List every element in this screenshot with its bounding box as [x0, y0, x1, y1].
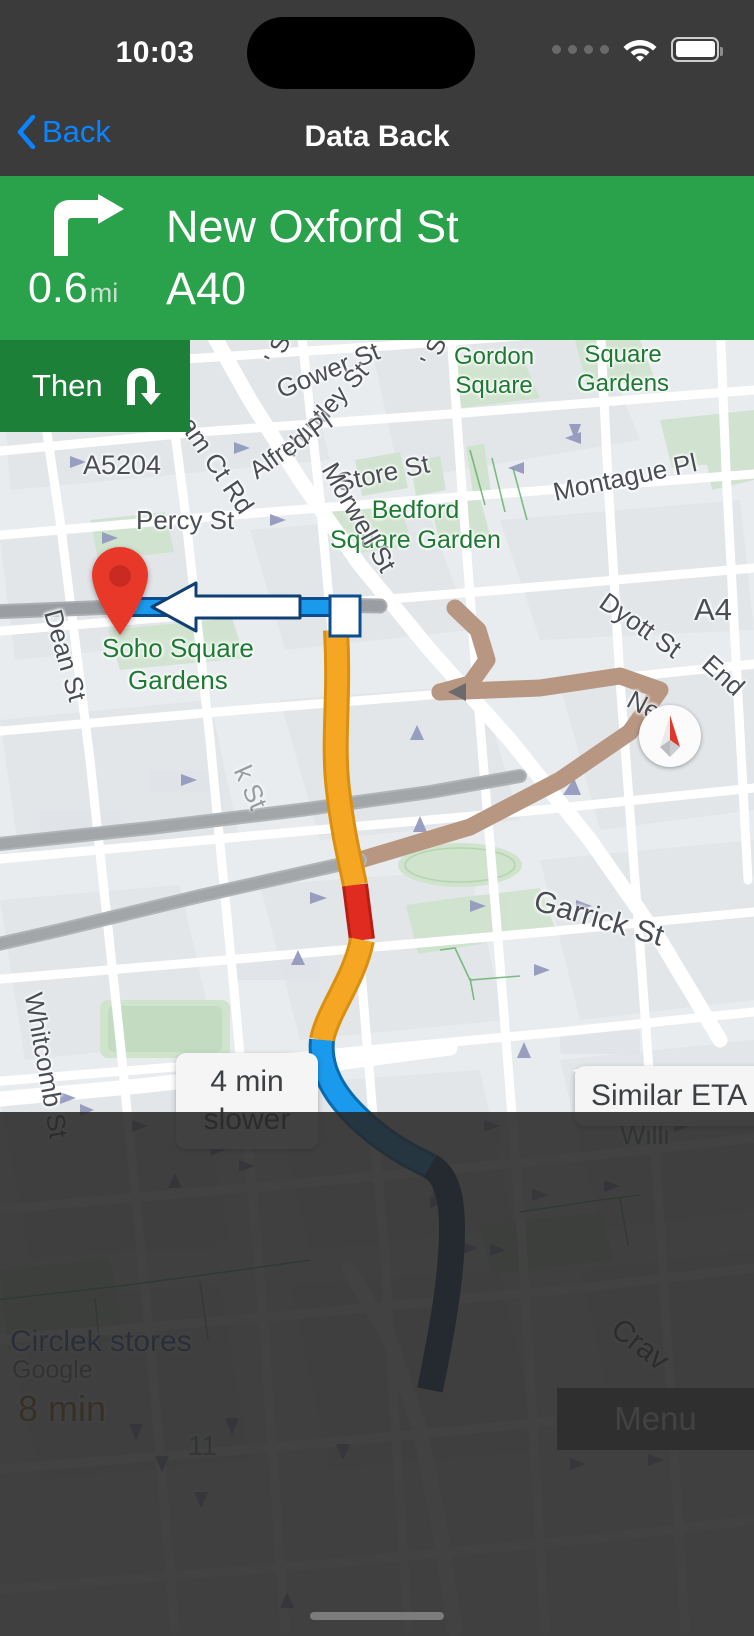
home-indicator[interactable] — [310, 1612, 444, 1620]
maneuver-road-primary: New Oxford St — [166, 201, 459, 252]
wifi-icon — [623, 40, 657, 62]
maneuver-road-secondary: A40 — [166, 263, 247, 314]
then-label: Then — [32, 368, 103, 403]
maneuver-distance-value: 0.6 — [28, 264, 88, 312]
then-maneuver-chip: Then — [0, 340, 190, 432]
status-indicators — [552, 36, 723, 62]
cellular-signal-icon — [552, 44, 609, 54]
page-title: Data Back — [304, 120, 450, 153]
controls-panel: Start guidance Stop guidance Continue to… — [0, 1112, 754, 1636]
maneuver-banner: 0.6 mi New Oxford St A40 — [0, 176, 754, 340]
turn-right-icon — [54, 194, 124, 256]
phone-screen: Gower St ' St ' St Gordon Square Square Ga… — [0, 0, 754, 1636]
callout-eta-text: Similar ETA — [591, 1079, 748, 1112]
maneuver-distance-unit: mi — [89, 278, 119, 308]
navigation-bar: Back Data Back — [0, 104, 754, 176]
maneuver-distance: 0.6 mi — [28, 264, 118, 313]
status-time: 10:03 — [115, 36, 195, 69]
compass-needle-icon — [660, 715, 680, 757]
battery-full-icon — [671, 36, 723, 62]
compass-control[interactable] — [639, 705, 701, 767]
dynamic-island — [247, 17, 475, 89]
maneuver-road-names: New Oxford St A40 — [166, 196, 459, 320]
status-bar: 10:03 — [0, 0, 754, 104]
u-turn-icon — [126, 368, 161, 405]
